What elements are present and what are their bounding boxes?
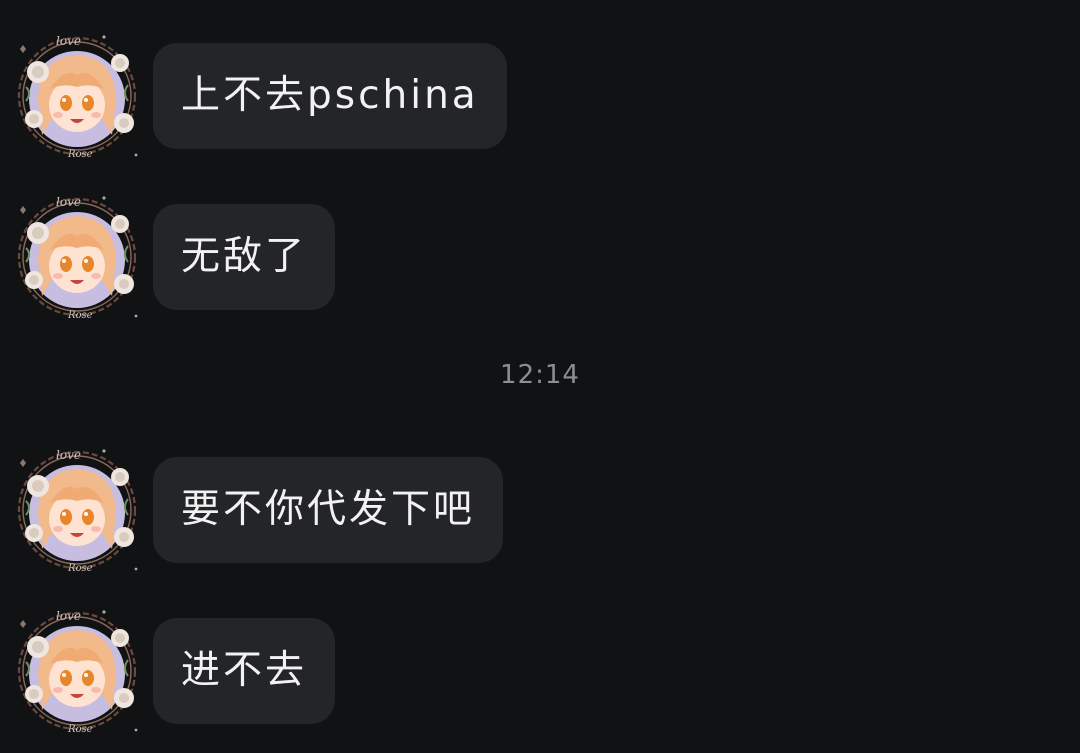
message-bubble[interactable]: 无敌了	[153, 204, 336, 310]
avatar[interactable]: love Rose	[8, 441, 146, 579]
message-bubble[interactable]: 要不你代发下吧	[153, 457, 504, 563]
avatar-love-text: love	[56, 609, 81, 623]
message-bubble[interactable]: 进不去	[153, 618, 336, 724]
message-bubble[interactable]: 上不去pschina	[153, 43, 507, 149]
avatar-rose-text: Rose	[67, 724, 93, 735]
avatar-love-text: love	[56, 34, 81, 48]
avatar-rose-text: Rose	[67, 310, 93, 321]
chat-window: love Rose 上不去pschina love Rose 无敌了 12:14…	[0, 0, 1080, 753]
avatar[interactable]: love Rose	[8, 27, 146, 165]
avatar-rose-text: Rose	[67, 563, 93, 574]
avatar-love-text: love	[56, 195, 81, 209]
avatar[interactable]: love Rose	[8, 188, 146, 326]
avatar[interactable]: love Rose	[8, 602, 146, 740]
avatar-rose-text: Rose	[67, 149, 93, 160]
message-timestamp: 12:14	[500, 360, 580, 390]
avatar-love-text: love	[56, 448, 81, 462]
